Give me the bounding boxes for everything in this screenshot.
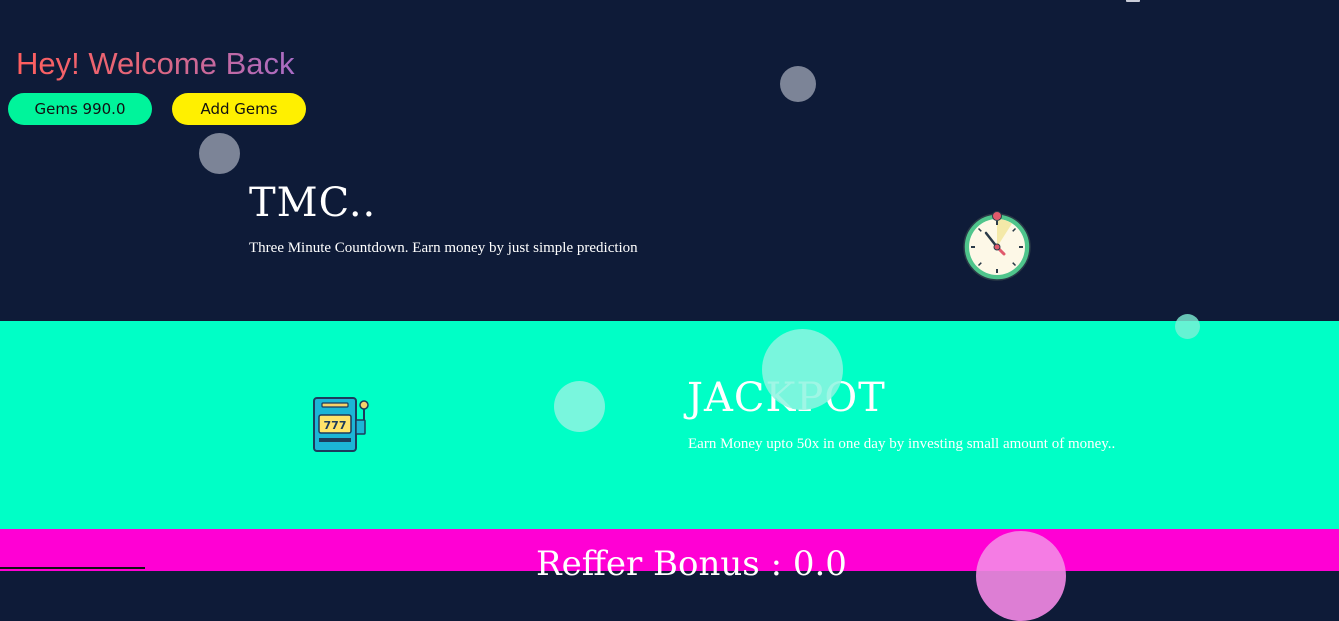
tmc-description: Three Minute Countdown. Earn money by ju… — [249, 240, 638, 256]
divider — [0, 567, 145, 569]
decorative-bubble — [976, 531, 1066, 621]
decorative-bubble — [554, 381, 605, 432]
add-gems-button[interactable]: Add Gems — [172, 93, 306, 125]
svg-text:777: 777 — [324, 419, 347, 432]
welcome-heading: Hey! Welcome Back — [16, 44, 295, 84]
menu-icon[interactable] — [18, 0, 43, 2]
decorative-bubble — [199, 133, 240, 174]
profile-icon[interactable] — [1126, 0, 1140, 2]
slot-machine-icon: 777 — [313, 397, 369, 452]
gems-balance-button[interactable]: Gems 990.0 — [8, 93, 152, 125]
decorative-bubble — [762, 329, 843, 410]
jackpot-description: Earn Money upto 50x in one day by invest… — [688, 436, 1116, 452]
tmc-title: TMC.. — [249, 180, 377, 226]
stopwatch-icon — [963, 211, 1031, 281]
jackpot-section[interactable] — [0, 321, 1339, 529]
referral-bonus-text: Reffer Bonus : 0.0 — [536, 544, 847, 584]
decorative-bubble — [780, 66, 816, 102]
decorative-bubble — [1175, 314, 1200, 339]
